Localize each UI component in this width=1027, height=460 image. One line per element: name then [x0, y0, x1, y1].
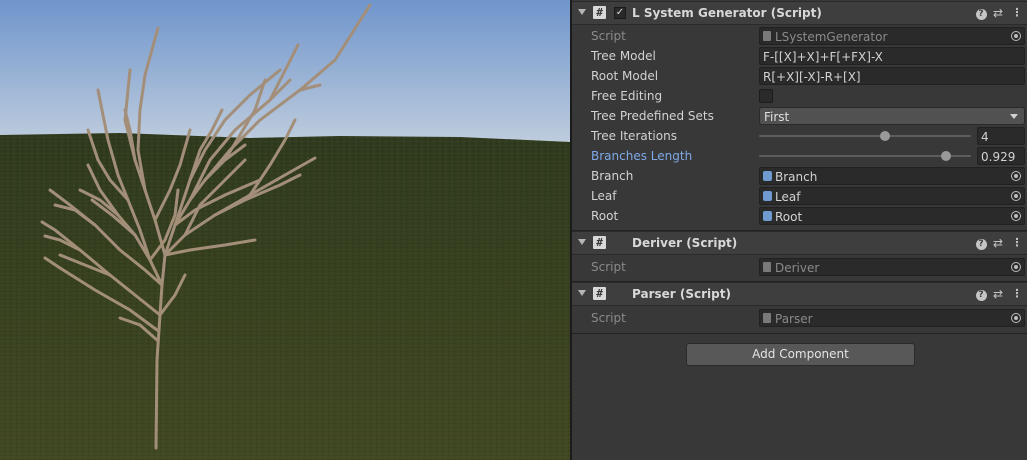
leaf-label: Leaf: [591, 189, 617, 203]
branch-object-field[interactable]: Branch: [759, 167, 1025, 185]
script-hash-icon: #: [593, 6, 606, 19]
help-icon[interactable]: ?: [974, 287, 988, 301]
prefab-icon: [763, 171, 772, 181]
leaf-row: Leaf Leaf: [572, 186, 1027, 206]
free-editing-label: Free Editing: [591, 89, 663, 103]
parser-header[interactable]: # Parser (Script) ? ⇄ ⋮: [572, 282, 1027, 306]
context-menu-icon[interactable]: ⋮: [1010, 287, 1024, 301]
foldout-arrow-icon[interactable]: [578, 9, 586, 15]
script-hash-icon: #: [593, 287, 606, 300]
root-model-input[interactable]: R[+X][-X]-R+[X]: [759, 67, 1025, 85]
script-value: LSystemGenerator: [775, 30, 888, 44]
dropdown-arrow-icon: [1010, 114, 1018, 119]
branches-length-slider[interactable]: [759, 151, 971, 161]
component-enabled-checkbox[interactable]: ✓: [614, 7, 626, 19]
tree-predefined-sets-row: Tree Predefined Sets First: [572, 106, 1027, 126]
script-file-icon: [763, 262, 771, 272]
script-value: Parser: [775, 312, 813, 326]
presets-icon[interactable]: ⇄: [991, 236, 1005, 250]
root-row: Root Root: [572, 206, 1027, 226]
tree-iterations-label: Tree Iterations: [591, 129, 677, 143]
tree-iterations-slider[interactable]: [759, 131, 971, 141]
free-editing-row: Free Editing: [572, 86, 1027, 106]
tree-model-input[interactable]: F-[[X]+X]+F[+FX]-X: [759, 47, 1025, 65]
scene-view[interactable]: [0, 0, 570, 460]
presets-icon[interactable]: ⇄: [991, 287, 1005, 301]
foldout-arrow-icon[interactable]: [578, 290, 586, 296]
sky: [0, 0, 570, 150]
help-icon[interactable]: ?: [974, 236, 988, 250]
script-file-icon: [763, 313, 771, 323]
add-component-button[interactable]: Add Component: [686, 343, 915, 366]
free-editing-checkbox[interactable]: [759, 89, 773, 103]
tree-predefined-sets-dropdown[interactable]: First: [759, 107, 1025, 125]
unity-editor-window: # ✓ L System Generator (Script) ? ⇄ ⋮ Sc…: [0, 0, 1027, 460]
component-title: L System Generator (Script): [632, 6, 822, 20]
presets-icon[interactable]: ⇄: [991, 6, 1005, 20]
prefab-icon: [763, 191, 772, 201]
object-picker-icon[interactable]: [1011, 171, 1021, 181]
root-object-field[interactable]: Root: [759, 207, 1025, 225]
prefab-icon: [763, 211, 772, 221]
foldout-arrow-icon[interactable]: [578, 239, 586, 245]
tree-iterations-value: 4: [981, 130, 989, 144]
component-title: Parser (Script): [632, 287, 731, 301]
script-hash-icon: #: [593, 236, 606, 249]
script-field[interactable]: LSystemGenerator: [759, 27, 1025, 45]
object-picker-icon[interactable]: [1011, 31, 1021, 41]
parser-script-row: Script Parser: [572, 308, 1027, 328]
tree-model-value: F-[[X]+X]+F[+FX]-X: [763, 50, 883, 64]
script-file-icon: [763, 31, 771, 41]
context-menu-icon[interactable]: ⋮: [1010, 236, 1024, 250]
branches-length-row: Branches Length 0.929: [572, 146, 1027, 166]
deriver-script-row: Script Deriver: [572, 257, 1027, 277]
tree-iterations-row: Tree Iterations 4: [572, 126, 1027, 146]
script-field[interactable]: Parser: [759, 309, 1025, 327]
script-label: Script: [591, 311, 626, 325]
branches-length-slider-thumb[interactable]: [941, 151, 951, 161]
root-model-value: R[+X][-X]-R+[X]: [763, 70, 861, 84]
root-value: Root: [775, 210, 803, 224]
component-title: Deriver (Script): [632, 236, 738, 250]
branch-label: Branch: [591, 169, 634, 183]
script-field[interactable]: Deriver: [759, 258, 1025, 276]
tree-model-row: Tree Model F-[[X]+X]+F[+FX]-X: [572, 46, 1027, 66]
tree-iterations-slider-thumb[interactable]: [880, 131, 890, 141]
script-label: Script: [591, 29, 626, 43]
branch-row: Branch Branch: [572, 166, 1027, 186]
script-row: Script LSystemGenerator: [572, 26, 1027, 46]
root-label: Root: [591, 209, 619, 223]
script-label: Script: [591, 260, 626, 274]
leaf-value: Leaf: [775, 190, 801, 204]
tree-predefined-sets-value: First: [764, 110, 790, 124]
scene-canvas: [0, 0, 570, 460]
object-picker-icon[interactable]: [1011, 211, 1021, 221]
script-value: Deriver: [775, 261, 820, 275]
branch-value: Branch: [775, 170, 818, 184]
tree-predefined-sets-label: Tree Predefined Sets: [591, 109, 714, 123]
branches-length-input[interactable]: 0.929: [977, 147, 1025, 165]
lsystem-generator-header[interactable]: # ✓ L System Generator (Script) ? ⇄ ⋮: [572, 1, 1027, 25]
object-picker-icon[interactable]: [1011, 262, 1021, 272]
inspector-panel: # ✓ L System Generator (Script) ? ⇄ ⋮ Sc…: [572, 0, 1027, 460]
deriver-header[interactable]: # Deriver (Script) ? ⇄ ⋮: [572, 231, 1027, 255]
object-picker-icon[interactable]: [1011, 313, 1021, 323]
tree-model-label: Tree Model: [591, 49, 656, 63]
object-picker-icon[interactable]: [1011, 191, 1021, 201]
branches-length-label: Branches Length: [591, 149, 693, 163]
tree-iterations-input[interactable]: 4: [977, 127, 1025, 145]
separator: [572, 333, 1027, 334]
leaf-object-field[interactable]: Leaf: [759, 187, 1025, 205]
branches-length-value: 0.929: [981, 150, 1016, 164]
root-model-row: Root Model R[+X][-X]-R+[X]: [572, 66, 1027, 86]
help-icon[interactable]: ?: [974, 6, 988, 20]
context-menu-icon[interactable]: ⋮: [1010, 6, 1024, 20]
root-model-label: Root Model: [591, 69, 659, 83]
